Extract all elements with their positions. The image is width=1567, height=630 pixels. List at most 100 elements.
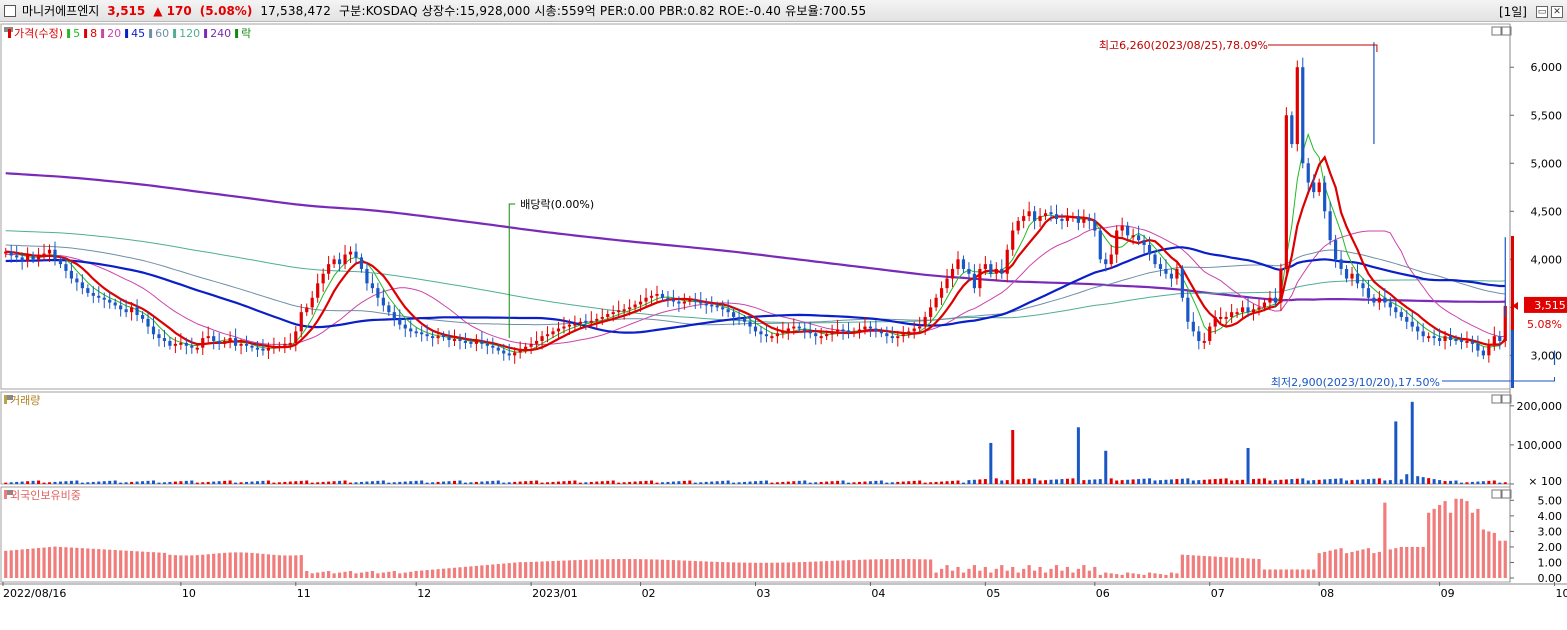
volume-bar [857, 481, 861, 484]
foreign-bar [157, 552, 161, 578]
candle-body [721, 307, 725, 310]
foreign-bar [255, 553, 260, 578]
volume-bar [1153, 480, 1157, 484]
volume-bar [469, 482, 473, 484]
volume-bar [447, 481, 451, 484]
foreign-bar [1443, 501, 1447, 578]
foreign-bar [1219, 556, 1223, 578]
candle-body [912, 328, 916, 332]
volume-bar [961, 482, 965, 484]
foreign-bar [868, 559, 873, 578]
candle-body [151, 326, 156, 335]
foreign-bar [343, 571, 347, 578]
candle-body [726, 309, 730, 313]
volume-bar [42, 482, 46, 484]
legend-item-2[interactable]: 8 [90, 27, 97, 40]
candle-body [1005, 249, 1009, 274]
candle-body [1350, 273, 1354, 279]
foreign-bar [912, 559, 916, 578]
volume-bar [518, 481, 522, 484]
volume-bar [1345, 480, 1349, 484]
volume-bar [715, 481, 719, 484]
candle-body [1208, 326, 1212, 341]
volume-bar [666, 481, 670, 484]
price-tick-label: 3,000 [1531, 349, 1563, 362]
volume-bar [1049, 479, 1053, 484]
panel-minimize-icon[interactable] [1491, 394, 1502, 404]
candle-body [1197, 331, 1201, 341]
volume-bar [1339, 478, 1343, 484]
volume-bar [978, 479, 982, 484]
foreign-bar [918, 559, 922, 578]
legend-item-0[interactable]: 가격(수정) [14, 27, 63, 40]
legend-item-5[interactable]: 60 [155, 27, 169, 40]
volume-bar [1224, 478, 1228, 484]
volume-bar [1487, 480, 1491, 484]
candle-body [710, 304, 714, 307]
legend-marker [84, 29, 88, 38]
candle-body [1427, 336, 1431, 339]
foreign-tick-label: 3.00 [1538, 525, 1563, 538]
foreign-bar [551, 561, 555, 578]
volume-bar [929, 482, 933, 484]
foreign-bar [228, 552, 232, 578]
volume-bar [622, 482, 626, 484]
candle-body [1164, 268, 1168, 274]
candle-body [1312, 182, 1316, 193]
volume-bar [1197, 480, 1201, 484]
panel-minimize-icon[interactable] [1491, 489, 1502, 499]
candle-body [1432, 336, 1436, 339]
candle-body [939, 288, 944, 298]
legend-item-1[interactable]: 5 [73, 27, 80, 40]
legend-item-4[interactable]: 45 [131, 27, 145, 40]
volume-bar [732, 482, 736, 484]
foreign-bar [1153, 573, 1157, 578]
candle-body [97, 295, 101, 298]
volume-bar [502, 482, 506, 484]
date-label: 12 [417, 587, 431, 600]
candle-body [666, 297, 670, 300]
volume-bar [255, 481, 259, 484]
legend-item-8[interactable]: 락 [241, 27, 251, 40]
volume-bar [403, 481, 407, 484]
foreign-bar [69, 547, 74, 578]
volume-bar [316, 482, 320, 484]
volume-bar [102, 481, 106, 484]
volume-bar [1279, 479, 1283, 484]
foreign-bar [1071, 572, 1075, 578]
legend-item-6[interactable]: 120 [179, 27, 200, 40]
candle-body [496, 347, 500, 351]
foreign-bar [398, 573, 402, 578]
legend-item-7[interactable]: 240 [210, 27, 231, 40]
foreign-bar [819, 561, 823, 578]
foreign-bar [1492, 532, 1496, 578]
foreign-bar [310, 573, 314, 578]
foreign-bar [874, 559, 878, 578]
volume-bar [770, 482, 774, 484]
candle-body [485, 343, 489, 346]
foreign-bar [113, 550, 117, 578]
volume-bar [480, 481, 484, 484]
foreign-bar [108, 549, 112, 578]
volume-tick-label: × 100 [1528, 475, 1562, 488]
foreign-bar [36, 548, 41, 578]
foreign-bar [354, 573, 358, 578]
candle-body [682, 301, 686, 304]
volume-bar [1443, 481, 1447, 484]
volume-bar [442, 481, 446, 484]
volume-bar [1011, 430, 1015, 484]
candle-body [1246, 307, 1250, 313]
legend-item-3[interactable]: 20 [107, 27, 121, 40]
foreign-bar [31, 548, 35, 578]
panel-minimize-icon[interactable] [1491, 26, 1502, 36]
candle-body [1202, 340, 1206, 343]
candle-body [1279, 268, 1283, 303]
volume-bar [721, 480, 725, 484]
candle-body [989, 264, 993, 274]
foreign-bar [589, 559, 593, 578]
volume-bar [868, 481, 872, 484]
candle-body [4, 251, 8, 254]
foreign-bar [1366, 548, 1371, 578]
foreign-bar [1350, 551, 1354, 578]
candle-body [75, 278, 79, 283]
